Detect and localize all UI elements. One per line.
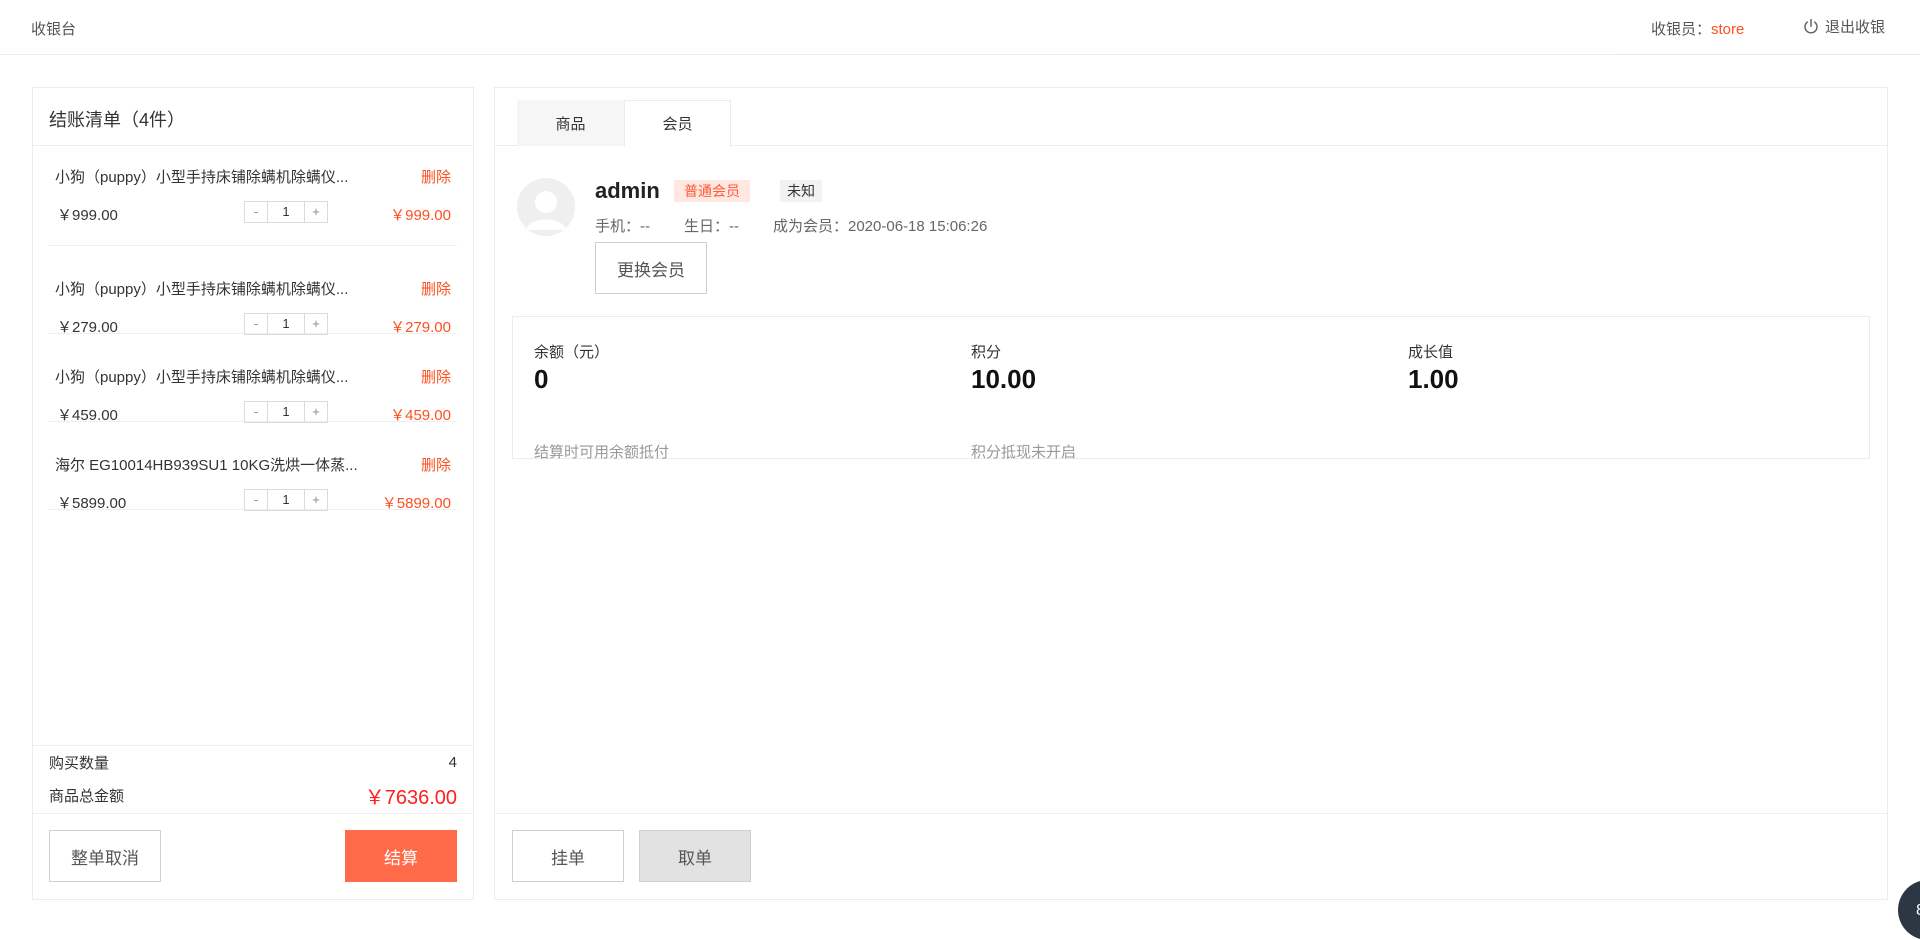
points-stat: 积分 10.00 积分抵现未开启 (971, 341, 1076, 461)
logout-label: 退出收银 (1825, 19, 1886, 36)
floating-chat-button[interactable]: 8 (1898, 880, 1920, 940)
delete-button[interactable]: 删除 (421, 278, 451, 299)
points-label: 积分 (971, 344, 1002, 361)
increase-button[interactable]: + (305, 402, 327, 422)
unit-price: ￥999.00 (57, 207, 118, 224)
member-joined-date: 成为会员：2020-06-18 15:06:26 (773, 218, 988, 235)
quantity-stepper: - 1 + (244, 489, 328, 511)
cart-actions: 整单取消 结算 (33, 813, 473, 899)
tab-bar: 商品 会员 (495, 88, 1887, 147)
decrease-button[interactable]: - (245, 314, 267, 334)
quantity-input[interactable]: 1 (267, 314, 305, 334)
count-row: 购买数量 4 (33, 746, 473, 779)
quantity-input[interactable]: 1 (267, 490, 305, 510)
member-phone: 手机：-- (595, 218, 650, 235)
total-label: 商品总金额 (49, 788, 125, 805)
item-subtotal: ￥5899.00 (381, 495, 451, 512)
order-actions: 挂单 取单 (495, 813, 1887, 899)
count-value: 4 (448, 754, 457, 771)
item-subtotal: ￥999.00 (390, 207, 451, 224)
cart-item: 小狗（puppy）小型手持床铺除螨机除螨仪... 删除 ￥279.00 - 1 … (49, 246, 457, 336)
points-value: 10.00 (971, 364, 1037, 394)
cashier-info: 收银员：store (1651, 18, 1744, 39)
cashier-name: store (1711, 21, 1745, 38)
points-note: 积分抵现未开启 (971, 444, 1077, 461)
member-info: admin 普通会员 未知 手机：-- 生日：-- 成为会员：2020-06-1… (517, 170, 1857, 300)
increase-button[interactable]: + (305, 490, 327, 510)
total-row: 商品总金额 ￥7636.00 (33, 779, 473, 812)
product-name: 小狗（puppy）小型手持床铺除螨机除螨仪... (55, 281, 349, 298)
detail-panel: 商品 会员 admin 普通会员 未知 手机：-- 生日：-- 成为会员：202… (494, 87, 1888, 900)
member-stats: 余额（元） 0 结算时可用余额抵付 积分 10.00 积分抵现未开启 成长值 1… (512, 316, 1870, 461)
power-icon (1804, 18, 1818, 33)
user-silhouette-icon (517, 178, 575, 236)
count-label: 购买数量 (49, 755, 110, 772)
gender-badge: 未知 (780, 180, 822, 202)
member-name: admin (595, 178, 660, 203)
product-name: 小狗（puppy）小型手持床铺除螨机除螨仪... (55, 169, 349, 186)
member-meta: 手机：-- 生日：-- 成为会员：2020-06-18 15:06:26 (595, 215, 1021, 236)
balance-label: 余额（元） (534, 344, 610, 361)
quantity-stepper: - 1 + (244, 313, 328, 335)
checkout-button[interactable]: 结算 (345, 830, 457, 882)
quantity-stepper: - 1 + (244, 401, 328, 423)
top-bar: 收银台 收银员：store 退出收银 (0, 0, 1920, 55)
balance-note: 结算时可用余额抵付 (534, 444, 670, 461)
balance-value: 0 (534, 364, 549, 394)
cart-list: 小狗（puppy）小型手持床铺除螨机除螨仪... 删除 ￥999.00 - 1 … (33, 146, 473, 512)
cart-summary: 购买数量 4 商品总金额 ￥7636.00 (33, 745, 473, 812)
cart-item: 小狗（puppy）小型手持床铺除螨机除螨仪... 删除 ￥999.00 - 1 … (49, 146, 457, 246)
member-birthday: 生日：-- (684, 218, 739, 235)
delete-button[interactable]: 删除 (421, 366, 451, 387)
decrease-button[interactable]: - (245, 490, 267, 510)
increase-button[interactable]: + (305, 314, 327, 334)
checkout-list-title: 结账清单（4件） (33, 88, 473, 146)
tab-products[interactable]: 商品 (517, 100, 624, 146)
page-title: 收银台 (31, 21, 77, 38)
total-value: ￥7636.00 (364, 787, 457, 809)
cart-item: 小狗（puppy）小型手持床铺除螨机除螨仪... 删除 ￥459.00 - 1 … (49, 334, 457, 424)
cancel-order-button[interactable]: 整单取消 (49, 830, 161, 882)
product-name: 小狗（puppy）小型手持床铺除螨机除螨仪... (55, 369, 349, 386)
change-member-button[interactable]: 更换会员 (595, 242, 707, 294)
balance-stat: 余额（元） 0 结算时可用余额抵付 (534, 341, 669, 461)
growth-value: 1.00 (1408, 364, 1459, 394)
decrease-button[interactable]: - (245, 202, 267, 222)
quantity-input[interactable]: 1 (267, 202, 305, 222)
delete-button[interactable]: 删除 (421, 166, 451, 187)
quantity-stepper: - 1 + (244, 201, 328, 223)
cart-item: 海尔 EG10014HB939SU1 10KG洗烘一体蒸... 删除 ￥5899… (49, 422, 457, 512)
tab-member[interactable]: 会员 (624, 100, 731, 147)
delete-button[interactable]: 删除 (421, 454, 451, 475)
cashier-label: 收银员： (1651, 21, 1712, 38)
hold-order-button[interactable]: 挂单 (512, 830, 624, 882)
decrease-button[interactable]: - (245, 402, 267, 422)
growth-stat: 成长值 1.00 (1408, 341, 1459, 395)
quantity-input[interactable]: 1 (267, 402, 305, 422)
increase-button[interactable]: + (305, 202, 327, 222)
product-name: 海尔 EG10014HB939SU1 10KG洗烘一体蒸... (55, 457, 358, 474)
checkout-list-panel: 结账清单（4件） 小狗（puppy）小型手持床铺除螨机除螨仪... 删除 ￥99… (32, 87, 474, 900)
member-level-badge: 普通会员 (674, 180, 750, 202)
growth-label: 成长值 (1408, 344, 1454, 361)
unit-price: ￥5899.00 (57, 495, 127, 512)
logout-button[interactable]: 退出收银 (1802, 16, 1885, 37)
avatar (517, 178, 575, 236)
retrieve-order-button[interactable]: 取单 (639, 830, 751, 882)
